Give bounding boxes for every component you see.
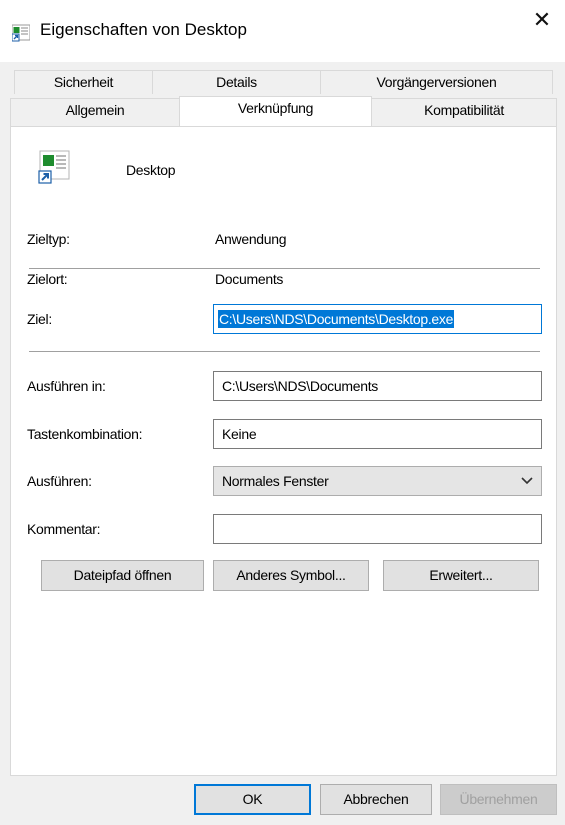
start-in-value: C:\Users\NDS\Documents	[222, 378, 378, 394]
target-type-label: Zieltyp:	[27, 231, 70, 247]
shortcut-tab-panel: Desktop Zieltyp: Anwendung Zielort: Docu…	[10, 126, 557, 776]
tab-allgemein[interactable]: Allgemein	[10, 98, 180, 126]
tab-kompatibilitaet[interactable]: Kompatibilität	[371, 98, 557, 126]
separator	[29, 268, 540, 269]
target-label: Ziel:	[27, 311, 52, 327]
run-mode-select[interactable]: Normales Fenster	[213, 466, 542, 496]
dialog-client-area: Sicherheit Details Vorgängerversionen Al…	[0, 62, 565, 825]
hotkey-value: Keine	[222, 426, 257, 442]
tab-sicherheit[interactable]: Sicherheit	[14, 70, 153, 94]
target-location-value: Documents	[215, 271, 284, 287]
target-input[interactable]: C:\Users\NDS\Documents\Desktop.exe	[213, 304, 542, 334]
shortcut-name: Desktop	[126, 162, 176, 178]
tab-details[interactable]: Details	[152, 70, 321, 94]
comment-label: Kommentar:	[27, 521, 101, 537]
target-type-value: Anwendung	[215, 231, 287, 247]
hotkey-label: Tastenkombination:	[27, 426, 143, 442]
shortcut-app-icon	[38, 150, 70, 184]
start-in-input[interactable]: C:\Users\NDS\Documents	[213, 371, 542, 401]
open-file-location-button[interactable]: Dateipfad öffnen	[41, 560, 204, 591]
cancel-button[interactable]: Abbrechen	[320, 784, 432, 815]
tab-vorgaengerversionen[interactable]: Vorgängerversionen	[320, 70, 553, 94]
apply-button[interactable]: Übernehmen	[440, 784, 557, 815]
run-mode-value: Normales Fenster	[222, 473, 329, 489]
start-in-label: Ausführen in:	[27, 378, 106, 394]
separator	[29, 351, 540, 352]
advanced-button[interactable]: Erweitert...	[383, 560, 539, 591]
chevron-down-icon	[521, 477, 533, 485]
tab-verknuepfung[interactable]: Verknüpfung	[179, 96, 372, 126]
hotkey-input[interactable]: Keine	[213, 419, 542, 449]
ok-button[interactable]: OK	[194, 784, 311, 815]
close-icon: ✕	[532, 7, 552, 32]
run-label: Ausführen:	[27, 473, 92, 489]
comment-input[interactable]	[213, 514, 542, 544]
change-icon-button[interactable]: Anderes Symbol...	[213, 560, 369, 591]
window-title: Eigenschaften von Desktop	[40, 20, 247, 39]
title-bar: Eigenschaften von Desktop ✕	[0, 0, 565, 62]
shortcut-app-icon	[12, 24, 30, 42]
target-location-label: Zielort:	[27, 271, 68, 287]
close-button[interactable]: ✕	[519, 0, 565, 40]
target-value: C:\Users\NDS\Documents\Desktop.exe	[218, 310, 455, 328]
